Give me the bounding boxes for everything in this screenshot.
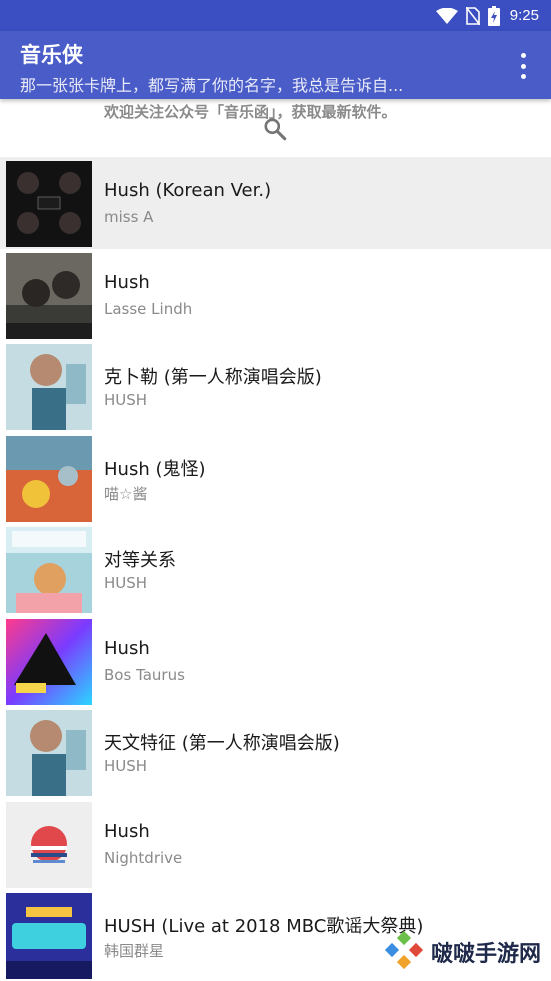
status-time: 9:25 bbox=[509, 7, 539, 24]
song-row[interactable]: Hush (Korean Ver.) miss A bbox=[0, 157, 551, 249]
status-bar: 9:25 bbox=[0, 0, 551, 31]
song-row[interactable]: 克卜勒 (第一人称演唱会版) HUSH bbox=[0, 340, 551, 432]
song-artist: 韩国群星 bbox=[104, 942, 165, 960]
song-artist: Nightdrive bbox=[104, 848, 183, 867]
album-cover bbox=[6, 161, 92, 247]
album-cover bbox=[6, 618, 92, 705]
song-artist: 喵☆酱 bbox=[104, 484, 148, 503]
song-artist: HUSH bbox=[104, 391, 148, 409]
song-row[interactable]: 天文特征 (第一人称演唱会版) HUSH bbox=[0, 706, 551, 798]
song-title: Hush (鬼怪) bbox=[104, 458, 206, 480]
song-artist: HUSH bbox=[104, 574, 148, 592]
song-row[interactable]: Hush (鬼怪) 喵☆酱 bbox=[0, 432, 551, 524]
song-title: Hush bbox=[104, 271, 150, 293]
battery-charging-icon bbox=[487, 5, 500, 26]
app-bar: 音乐侠 那一张张卡牌上，都写满了你的名字，我总是告诉自... bbox=[0, 31, 551, 99]
song-title: Hush bbox=[104, 637, 150, 659]
song-artist: Bos Taurus bbox=[104, 665, 185, 684]
watermark-logo-icon bbox=[384, 931, 424, 970]
song-title: Hush bbox=[104, 820, 150, 842]
song-title: 对等关系 bbox=[104, 550, 176, 571]
song-title: HUSH (Live at 2018 MBC歌谣大祭典) bbox=[104, 916, 424, 937]
song-row[interactable]: Hush Lasse Lindh bbox=[0, 249, 551, 341]
album-cover bbox=[6, 710, 92, 796]
song-row[interactable]: Hush Nightdrive bbox=[0, 798, 551, 890]
song-list: Hush (Korean Ver.) miss A Hush Lasse Lin… bbox=[0, 157, 551, 981]
song-artist: miss A bbox=[104, 208, 154, 226]
song-title: 天文特征 (第一人称演唱会版) bbox=[104, 733, 340, 754]
album-cover bbox=[6, 893, 92, 979]
album-cover bbox=[6, 527, 92, 613]
album-cover bbox=[6, 435, 92, 522]
song-row[interactable]: 对等关系 HUSH bbox=[0, 523, 551, 615]
song-row[interactable]: Hush Bos Taurus bbox=[0, 615, 551, 707]
song-title: Hush (Korean Ver.) bbox=[104, 180, 272, 201]
album-cover bbox=[6, 801, 92, 888]
no-sim-icon bbox=[465, 6, 480, 25]
watermark: 啵啵手游网 bbox=[383, 931, 541, 973]
more-vertical-icon[interactable] bbox=[513, 53, 533, 79]
notice-text: 欢迎关注公众号「音乐函」，获取最新软件。 bbox=[104, 103, 397, 121]
watermark-text: 啵啵手游网 bbox=[430, 942, 541, 967]
app-subtitle: 那一张张卡牌上，都写满了你的名字，我总是告诉自... bbox=[20, 76, 404, 95]
wifi-icon bbox=[435, 7, 458, 24]
album-cover bbox=[6, 252, 92, 339]
search-icon[interactable] bbox=[262, 116, 288, 142]
song-artist: Lasse Lindh bbox=[104, 299, 193, 318]
song-title: 克卜勒 (第一人称演唱会版) bbox=[104, 367, 322, 388]
song-artist: HUSH bbox=[104, 757, 148, 775]
notice-header: 欢迎关注公众号「音乐函」，获取最新软件。 bbox=[0, 99, 551, 157]
album-cover bbox=[6, 344, 92, 430]
app-title: 音乐侠 bbox=[20, 43, 83, 67]
